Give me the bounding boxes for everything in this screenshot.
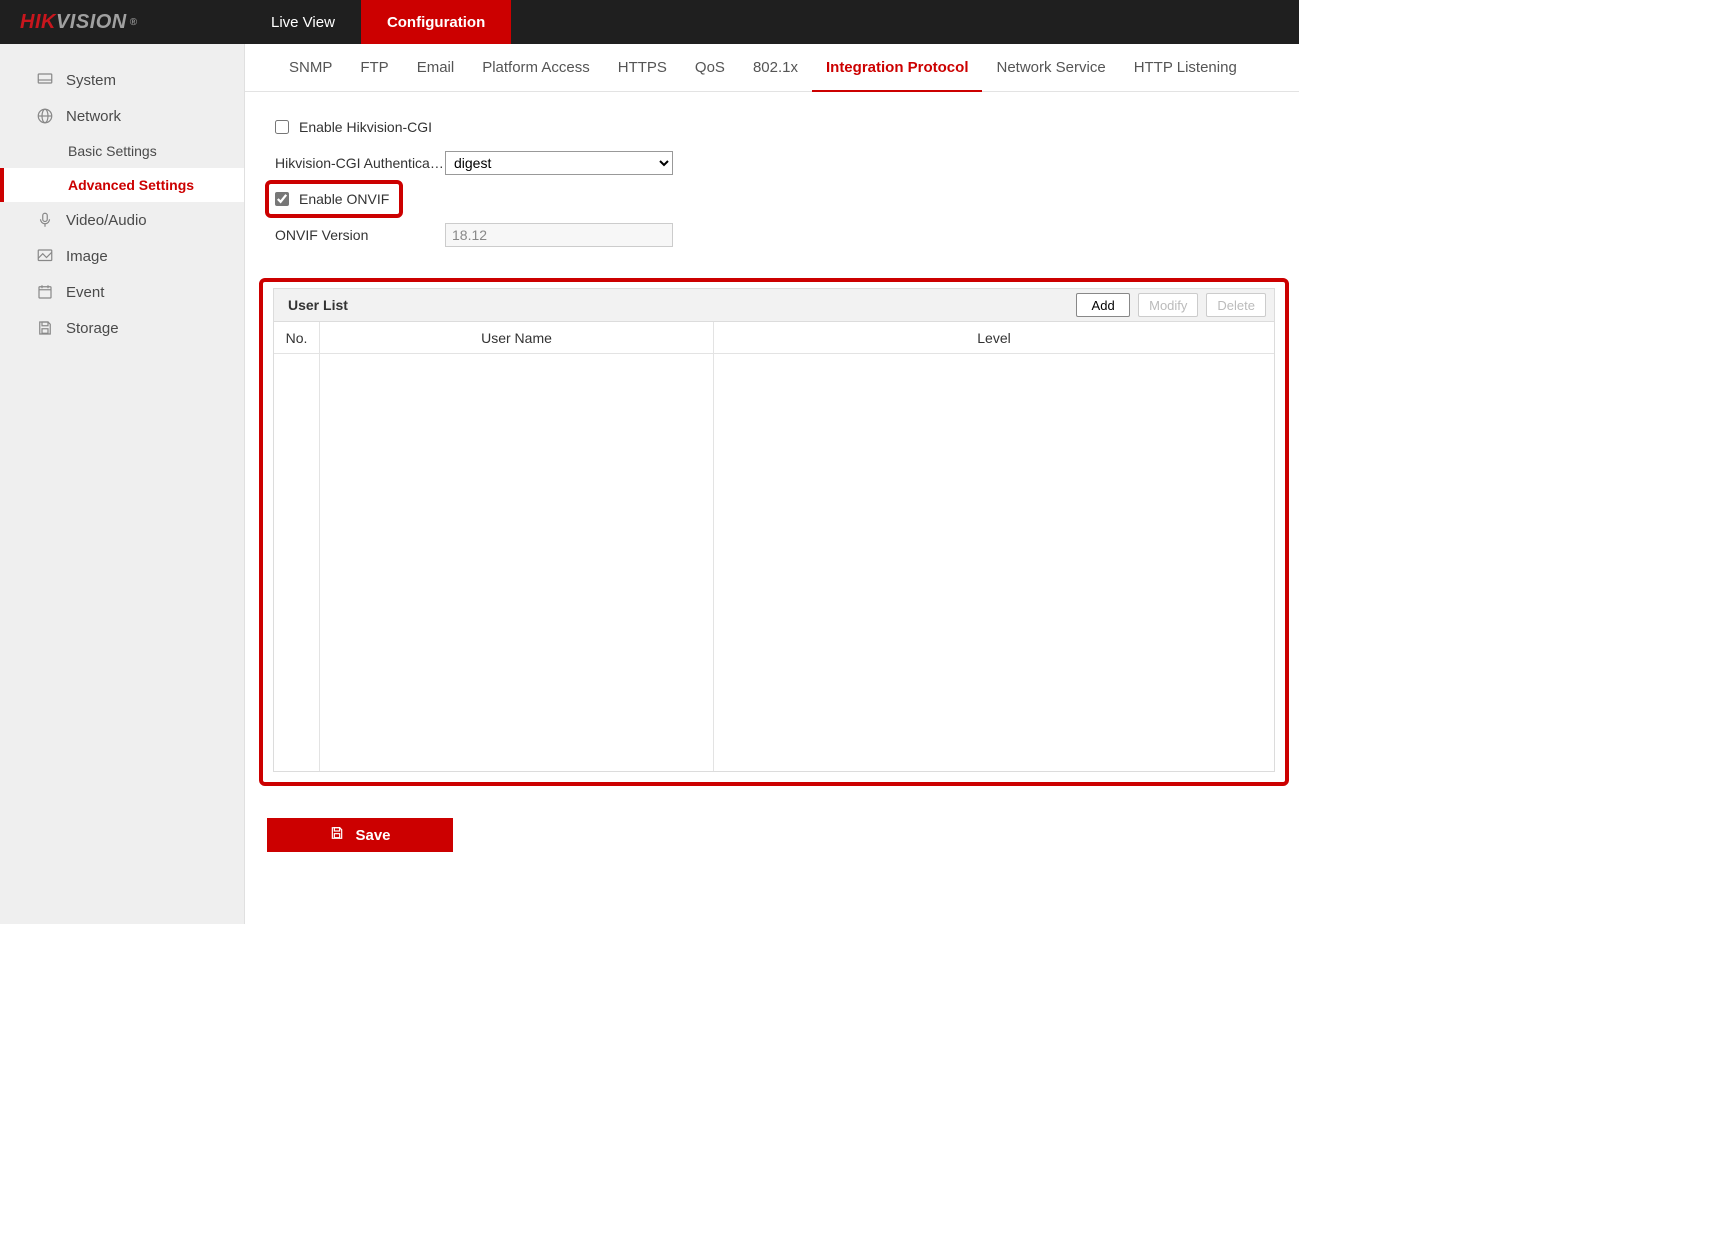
mic-icon xyxy=(36,211,54,229)
sidebar-item-label: System xyxy=(66,72,116,89)
sidebar-item-system[interactable]: System xyxy=(0,62,244,98)
sidebar-item-label: Storage xyxy=(66,320,119,337)
col-no: No. xyxy=(274,322,320,353)
brand-part-vision: VISION xyxy=(56,11,127,34)
subtab-ftp[interactable]: FTP xyxy=(346,44,402,91)
col-user-name-body xyxy=(320,354,714,771)
sidebar-item-image[interactable]: Image xyxy=(0,238,244,274)
save-icon xyxy=(329,825,345,845)
brand-logo: HIKVISION® xyxy=(0,11,245,34)
calendar-icon xyxy=(36,283,54,301)
modify-button: Modify xyxy=(1138,293,1198,317)
enable-onvif-label: Enable ONVIF xyxy=(299,191,389,207)
col-no-body xyxy=(274,354,320,771)
col-level-body xyxy=(714,354,1274,771)
sidebar-item-event[interactable]: Event xyxy=(0,274,244,310)
subtab-platform-access[interactable]: Platform Access xyxy=(468,44,604,91)
hik-cgi-auth-label: Hikvision-CGI Authenticat… xyxy=(275,155,445,171)
subtabs-row: SNMP FTP Email Platform Access HTTPS QoS… xyxy=(245,44,1299,92)
integration-protocol-form: Enable Hikvision-CGI Hikvision-CGI Authe… xyxy=(245,92,1299,272)
image-icon xyxy=(36,247,54,265)
content-area: SNMP FTP Email Platform Access HTTPS QoS… xyxy=(245,44,1299,924)
sidebar-item-label: Image xyxy=(66,248,108,265)
user-list-head-row: No. User Name Level xyxy=(274,322,1274,354)
user-list-header: User List Add Modify Delete xyxy=(273,288,1275,322)
subtab-https[interactable]: HTTPS xyxy=(604,44,681,91)
sidebar-subitem-basic-settings[interactable]: Basic Settings xyxy=(0,134,244,168)
save-icon xyxy=(36,319,54,337)
user-list-title: User List xyxy=(288,297,348,313)
user-list-table: No. User Name Level xyxy=(273,322,1275,772)
tab-configuration[interactable]: Configuration xyxy=(361,0,511,44)
user-list-highlight: User List Add Modify Delete No. User Nam… xyxy=(259,278,1289,786)
sidebar: System Network Basic Settings Advanced S… xyxy=(0,44,245,924)
user-list-body xyxy=(274,354,1274,771)
sidebar-item-network[interactable]: Network xyxy=(0,98,244,134)
top-tabs: Live View Configuration xyxy=(245,0,511,44)
monitor-icon xyxy=(36,71,54,89)
enable-hikvision-cgi-checkbox[interactable] xyxy=(275,120,289,134)
sidebar-item-video-audio[interactable]: Video/Audio xyxy=(0,202,244,238)
brand-part-hik: HIK xyxy=(20,11,56,34)
sidebar-item-label: Network xyxy=(66,108,121,125)
delete-button: Delete xyxy=(1206,293,1266,317)
enable-onvif-checkbox[interactable] xyxy=(275,192,289,206)
subtab-email[interactable]: Email xyxy=(403,44,469,91)
save-button-label: Save xyxy=(355,827,390,844)
add-button[interactable]: Add xyxy=(1076,293,1130,317)
subtab-8021x[interactable]: 802.1x xyxy=(739,44,812,91)
subtab-integration-protocol[interactable]: Integration Protocol xyxy=(812,44,983,91)
globe-icon xyxy=(36,107,54,125)
sidebar-subitem-advanced-settings[interactable]: Advanced Settings xyxy=(0,168,244,202)
subtab-network-service[interactable]: Network Service xyxy=(982,44,1119,91)
sidebar-item-label: Video/Audio xyxy=(66,212,147,229)
save-button[interactable]: Save xyxy=(267,818,453,852)
onvif-version-label: ONVIF Version xyxy=(275,227,445,243)
sidebar-item-label: Event xyxy=(66,284,104,301)
subtab-http-listening[interactable]: HTTP Listening xyxy=(1120,44,1251,91)
tab-live-view[interactable]: Live View xyxy=(245,0,361,44)
col-level: Level xyxy=(714,322,1274,353)
main-layout: System Network Basic Settings Advanced S… xyxy=(0,44,1299,924)
enable-hikvision-cgi-row[interactable]: Enable Hikvision-CGI xyxy=(275,111,432,143)
brand-registered: ® xyxy=(130,17,138,28)
subtab-snmp[interactable]: SNMP xyxy=(275,44,346,91)
enable-onvif-row[interactable]: Enable ONVIF xyxy=(265,180,403,218)
col-user-name: User Name xyxy=(320,322,714,353)
user-list-buttons: Add Modify Delete xyxy=(1076,293,1266,317)
sidebar-item-storage[interactable]: Storage xyxy=(0,310,244,346)
top-header: HIKVISION® Live View Configuration xyxy=(0,0,1299,44)
subtab-qos[interactable]: QoS xyxy=(681,44,739,91)
enable-hikvision-cgi-label: Enable Hikvision-CGI xyxy=(299,119,432,135)
onvif-version-field xyxy=(445,223,673,247)
hik-cgi-auth-select[interactable]: digest xyxy=(445,151,673,175)
